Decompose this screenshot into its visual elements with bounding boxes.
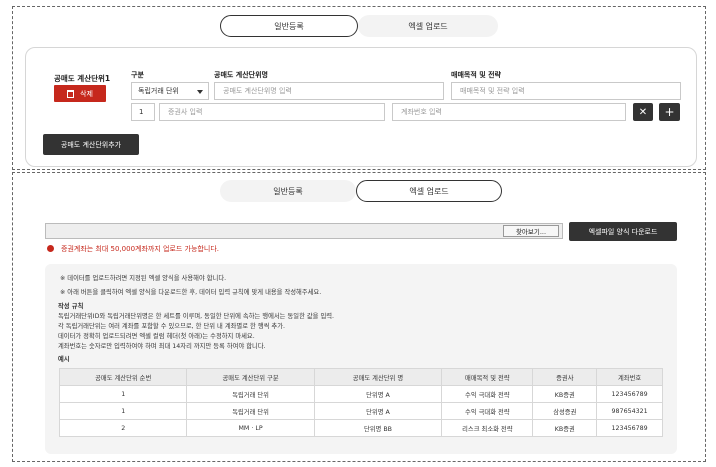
account-input[interactable]: 계좌번호 입력 bbox=[392, 103, 626, 121]
table-cell: 삼성증권 bbox=[532, 402, 598, 420]
trash-icon bbox=[67, 89, 75, 98]
col-header: 증권사 bbox=[532, 368, 598, 386]
table-cell: 1 bbox=[58, 402, 188, 420]
table-cell: 단위명 A bbox=[313, 385, 443, 403]
table-cell: KB증권 bbox=[532, 385, 598, 403]
table-cell: 수익 극대화 전략 bbox=[441, 385, 534, 403]
plus-icon: + bbox=[664, 105, 675, 119]
purpose-label: 매매목적 및 전략 bbox=[451, 71, 501, 79]
tab-excel-upload[interactable]: 엑셀 업로드 bbox=[358, 15, 498, 37]
rule-4: 계좌번호는 숫자로만 입력하여야 하며 최대 14자리 까지만 등록 하여야 합… bbox=[58, 343, 266, 350]
row-number-field: 1 bbox=[131, 103, 155, 121]
note-2: ※ 아래 버튼을 클릭하여 엑셀 양식을 다운로드한 후, 데이터 입력 규칙에… bbox=[60, 289, 322, 296]
table-row: 1 독립거래 단위 단위명 A 수익 극대화 전략 삼성증권 987654321 bbox=[58, 402, 663, 420]
table-cell: 수익 극대화 전략 bbox=[441, 402, 534, 420]
category-select[interactable]: 독립거래 단위 bbox=[131, 82, 209, 100]
table-cell: 123456789 bbox=[596, 385, 663, 403]
rule-3: 데이터가 정확히 업로드되려면 엑셀 컬럼 헤더(첫 아래)는 수정하지 마세요… bbox=[58, 333, 255, 340]
unit-title: 공매도 계산단위1 bbox=[54, 74, 111, 83]
col-header: 공매도 계산단위 구분 bbox=[186, 368, 315, 386]
table-cell: 단위명 BB bbox=[313, 419, 443, 437]
warning-text: 증권계좌는 최대 50,000계좌까지 업로드 가능합니다. bbox=[61, 245, 219, 253]
delete-button[interactable]: 삭제 bbox=[54, 85, 106, 102]
rule-1: 독립거래단위ID와 독립거래단위명은 한 세트를 이루며, 동일한 단위에 속하… bbox=[58, 313, 335, 320]
close-icon: ✕ bbox=[638, 106, 648, 118]
tab-general-register[interactable]: 일반등록 bbox=[220, 15, 358, 37]
purpose-input[interactable]: 매매목적 및 전략 입력 bbox=[451, 82, 681, 100]
table-cell: 1 bbox=[58, 385, 188, 403]
browse-button[interactable]: 찾아보기... bbox=[503, 225, 559, 237]
rules-title: 작성 규칙 bbox=[58, 303, 84, 310]
example-title: 예시 bbox=[58, 356, 70, 363]
add-row-button[interactable]: + bbox=[659, 103, 680, 121]
category-value: 독립거래 단위 bbox=[138, 87, 179, 95]
broker-input[interactable]: 증권사 입력 bbox=[159, 103, 385, 121]
tab-general-register-2[interactable]: 일반등록 bbox=[220, 180, 356, 202]
delete-label: 삭제 bbox=[80, 89, 93, 98]
table-cell: 독립거래 단위 bbox=[186, 402, 315, 420]
table-cell: MM · LP bbox=[186, 419, 315, 437]
unit-name-input[interactable]: 공매도 계산단위명 입력 bbox=[214, 82, 444, 100]
tab-excel-upload-2[interactable]: 엑셀 업로드 bbox=[356, 180, 502, 202]
table-row: 1 독립거래 단위 단위명 A 수익 극대화 전략 KB증권 123456789 bbox=[58, 385, 663, 403]
add-unit-button[interactable]: 공매도 계산단위추가 bbox=[43, 134, 139, 155]
file-path-field[interactable] bbox=[45, 223, 563, 239]
col-header: 계좌번호 bbox=[596, 368, 663, 386]
table-cell: 2 bbox=[58, 419, 188, 437]
rule-2: 각 독립거래단위는 여러 계좌를 포함할 수 있으므로, 한 단위 내 계좌별로… bbox=[58, 323, 285, 330]
note-1: ※ 데이터를 업로드하려면 지정된 엑셀 양식을 사용해야 합니다. bbox=[60, 275, 227, 282]
table-cell: 독립거래 단위 bbox=[186, 385, 315, 403]
table-cell: 987654321 bbox=[596, 402, 663, 420]
table-cell: 리스크 최소화 전략 bbox=[441, 419, 534, 437]
chevron-down-icon bbox=[197, 90, 203, 94]
example-table: 공매도 계산단위 순번 공매도 계산단위 구분 공매도 계산단위 명 매매목적 … bbox=[58, 368, 663, 437]
table-cell: 단위명 A bbox=[313, 402, 443, 420]
warning-icon bbox=[47, 245, 54, 252]
category-label: 구분 bbox=[131, 71, 144, 79]
table-cell: 123456789 bbox=[596, 419, 663, 437]
col-header: 공매도 계산단위 명 bbox=[313, 368, 443, 386]
table-header-row: 공매도 계산단위 순번 공매도 계산단위 구분 공매도 계산단위 명 매매목적 … bbox=[58, 368, 663, 386]
download-template-button[interactable]: 엑셀파일 양식 다운로드 bbox=[569, 222, 677, 241]
table-cell: KB증권 bbox=[532, 419, 598, 437]
remove-row-button[interactable]: ✕ bbox=[633, 103, 653, 121]
col-header: 매매목적 및 전략 bbox=[441, 368, 534, 386]
table-row: 2 MM · LP 단위명 BB 리스크 최소화 전략 KB증권 1234567… bbox=[58, 419, 663, 437]
col-header: 공매도 계산단위 순번 bbox=[58, 368, 188, 386]
unit-name-label: 공매도 계산단위명 bbox=[214, 71, 268, 79]
